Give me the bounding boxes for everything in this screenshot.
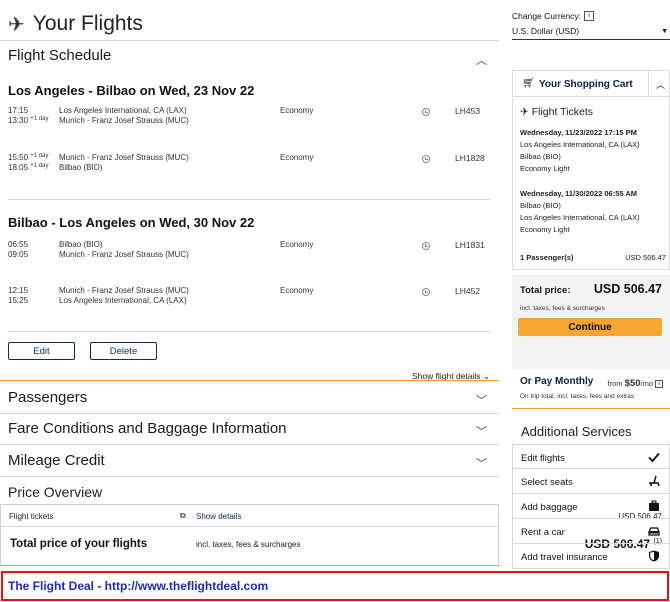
currency-label: Change Currency: i: [512, 11, 594, 21]
delete-button[interactable]: Delete: [90, 342, 157, 360]
pay-monthly-note: On trip total, incl. taxes, fees and ext…: [520, 393, 635, 400]
segment-cabin: Economy: [280, 153, 314, 162]
divider: [648, 71, 649, 97]
flight-segment: 15:50 +1 day 18:05 +1 day Munich - Franz…: [8, 153, 494, 179]
segment-cabin: Economy: [280, 106, 314, 115]
outbound-route-title: Los Angeles - Bilbao on Wed, 23 Nov 22: [8, 83, 255, 98]
flight-number: LH1831: [455, 240, 485, 250]
total-price-label: Total price:: [520, 285, 571, 296]
segment-cabin: Economy: [280, 240, 314, 249]
flight-segment: 17:15 13:30 +1 day Los Angeles Internati…: [8, 106, 494, 132]
external-link-icon: ⧉: [180, 511, 186, 520]
flight-segment: 12:15 15:25 Munich - Franz Josef Strauss…: [8, 286, 494, 312]
segment-times: 06:55 09:05: [8, 240, 29, 259]
flight-schedule-heading[interactable]: Flight Schedule: [8, 47, 111, 64]
divider: [8, 331, 490, 332]
seat-icon: [649, 475, 660, 487]
total-price-label: Total price of your flights: [10, 538, 148, 550]
fare-conditions-heading[interactable]: Fare Conditions and Baggage Information: [8, 420, 287, 437]
price-overview-title: Price Overview: [8, 484, 103, 500]
divider: [0, 40, 499, 41]
shield-icon: [649, 550, 659, 562]
segment-times: 12:15 15:25: [8, 286, 29, 305]
page-title: ✈ Your Flights: [8, 10, 143, 38]
return-route-title: Bilbao - Los Angeles on Wed, 30 Nov 22: [8, 215, 255, 230]
footer-banner: The Flight Deal - http://www.theflightde…: [1, 571, 669, 601]
additional-services-title: Additional Services: [521, 424, 632, 439]
segment-cabin: Economy: [280, 286, 314, 295]
chevron-up-icon[interactable]: ︿: [476, 52, 487, 68]
flight-tickets-label: Flight tickets: [9, 512, 54, 521]
service-edit-flights[interactable]: Edit flights: [512, 444, 670, 469]
divider: [0, 444, 499, 445]
service-select-seats[interactable]: Select seats: [512, 469, 670, 494]
section-divider: [0, 565, 499, 566]
mileage-credit-heading[interactable]: Mileage Credit: [8, 452, 105, 469]
clock-icon: [422, 155, 430, 163]
show-details-link[interactable]: Show details: [196, 512, 241, 521]
passengers-heading[interactable]: Passengers: [8, 389, 87, 406]
checkmark-icon: [648, 452, 660, 463]
pay-monthly-from: from $50/mo i: [608, 378, 663, 389]
continue-button[interactable]: Continue: [518, 318, 662, 336]
car-icon: [648, 527, 660, 536]
total-price-note: incl. taxes, fees & surcharges: [196, 540, 301, 549]
total-price-note: incl. taxes, fees & surcharges: [520, 305, 605, 312]
segment-times: 17:15 13:30 +1 day: [8, 106, 49, 125]
chevron-down-icon[interactable]: ﹀: [476, 392, 487, 408]
pay-monthly-title[interactable]: Or Pay Monthly: [520, 376, 593, 387]
divider: [0, 526, 499, 527]
chevron-down-icon[interactable]: ﹀: [476, 423, 487, 439]
flight-number: LH452: [455, 286, 481, 296]
segment-airports: Los Angeles International, CA (LAX) Muni…: [59, 106, 189, 125]
flight-number: LH1828: [455, 153, 485, 163]
cart-passengers-amount: USD 506.47: [625, 253, 666, 262]
total-price-amount: USD 506.47: [593, 282, 662, 296]
chevron-up-icon[interactable]: ︿: [656, 78, 665, 91]
segment-airports: Munich - Franz Josef Strauss (MUC) Los A…: [59, 286, 189, 305]
cart-passengers: 1 Passenger(s) USD 506.47: [520, 253, 666, 262]
page-title-text: Your Flights: [32, 12, 143, 35]
divider: [0, 413, 499, 414]
section-divider: [0, 380, 499, 381]
info-icon[interactable]: i: [583, 11, 594, 21]
shopping-cart-header[interactable]: 🛒︎ Your Shopping Cart ︿: [513, 71, 669, 97]
segment-times: 15:50 +1 day 18:05 +1 day: [8, 153, 49, 172]
service-add-travel-insurance[interactable]: Add travel insurance: [512, 544, 670, 569]
shopping-cart-title: Your Shopping Cart: [539, 79, 633, 90]
price-overview-box: [0, 504, 499, 566]
currency-select[interactable]: U.S. Dollar (USD) ▼: [512, 26, 670, 40]
cart-outbound: Wednesday, 11/23/2022 17:15 PM Los Angel…: [520, 128, 640, 173]
flight-number: LH453: [455, 106, 481, 116]
airplane-icon: ✈: [8, 13, 25, 36]
airplane-icon: ✈: [520, 106, 532, 118]
service-add-baggage[interactable]: Add baggage: [512, 494, 670, 519]
edit-button[interactable]: Edit: [8, 342, 75, 360]
info-icon[interactable]: i: [655, 379, 663, 388]
dropdown-arrow-icon: ▼: [661, 28, 668, 35]
divider: [8, 199, 490, 200]
footer-text[interactable]: The Flight Deal - http://www.theflightde…: [8, 579, 268, 593]
segment-airports: Munich - Franz Josef Strauss (MUC) Bilba…: [59, 153, 189, 172]
clock-icon: [422, 108, 430, 116]
cart-icon: 🛒︎: [522, 78, 535, 89]
clock-icon: [422, 288, 430, 296]
flight-segment: 06:55 09:05 Bilbao (BIO) Munich - Franz …: [8, 240, 494, 266]
cart-flight-tickets: ✈ Flight Tickets: [520, 106, 593, 118]
service-rent-a-car[interactable]: Rent a car: [512, 519, 670, 544]
divider: [0, 476, 499, 477]
segment-airports: Bilbao (BIO) Munich - Franz Josef Straus…: [59, 240, 189, 259]
cart-return: Wednesday, 11/30/2022 06:55 AM Bilbao (B…: [520, 189, 640, 234]
baggage-icon: [649, 500, 659, 511]
clock-icon: [422, 242, 430, 250]
chevron-down-icon[interactable]: ﹀: [476, 455, 487, 471]
